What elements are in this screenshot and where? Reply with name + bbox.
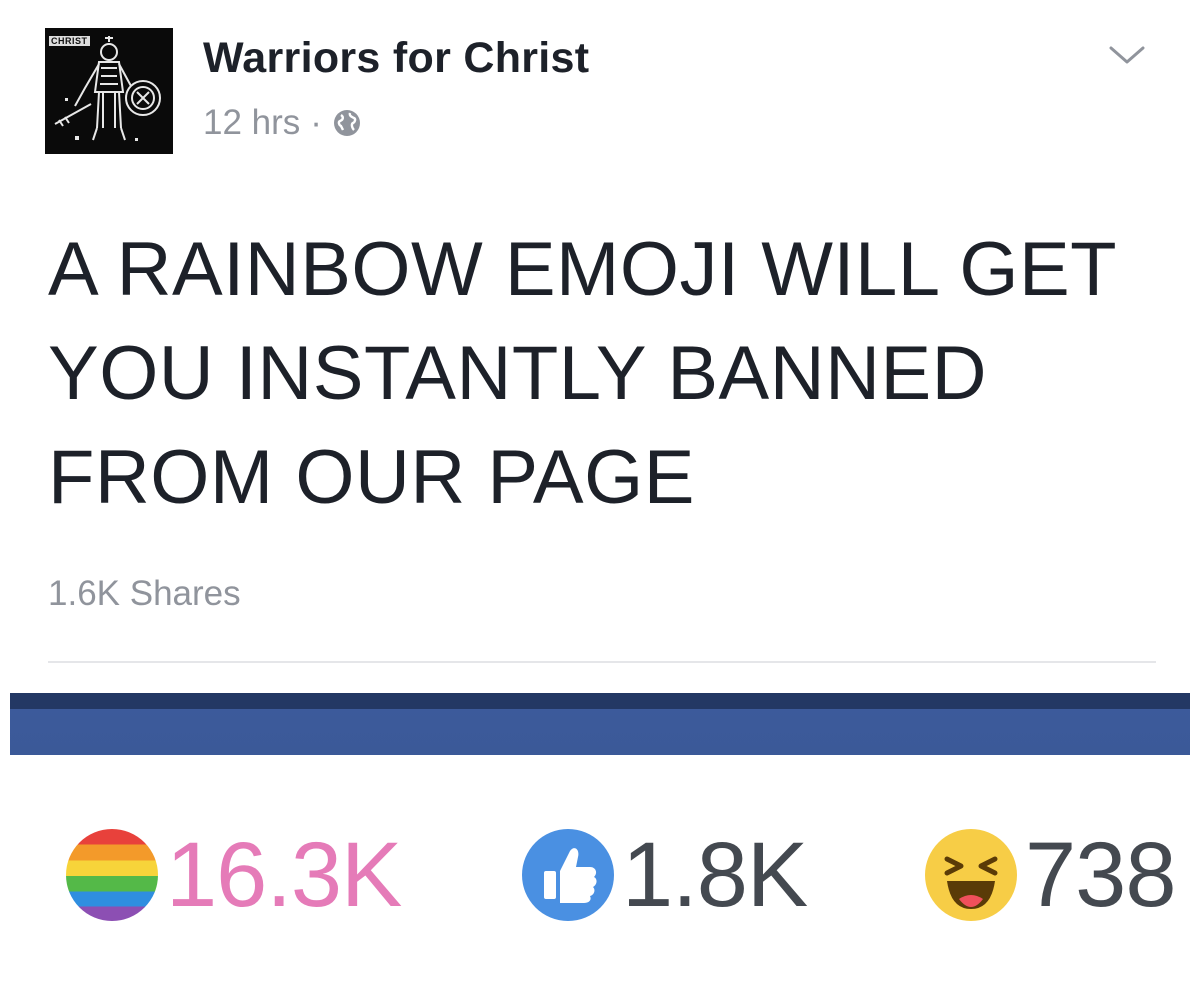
page-avatar[interactable]: CHRIST xyxy=(45,28,173,154)
globe-icon xyxy=(333,110,360,136)
laughing-face-icon xyxy=(925,829,1017,921)
reaction-counts: 16.3K 1.8K 738 xyxy=(0,820,1200,950)
meta-separator: · xyxy=(310,103,322,142)
post-meta: 12 hrs · xyxy=(203,103,362,143)
status-text: A RAINBOW EMOJI WILL GET YOU INSTANTLY B… xyxy=(48,218,1158,530)
reaction-count: 16.3K xyxy=(166,824,402,926)
post-header: CHRIST Warriors for Christ 12 hrs · xyxy=(45,28,1165,158)
reaction-count: 1.8K xyxy=(622,824,808,926)
reaction-banner xyxy=(10,693,1190,755)
avatar-tag: CHRIST xyxy=(49,36,90,46)
page-name[interactable]: Warriors for Christ xyxy=(203,34,589,83)
thumbs-up-icon xyxy=(522,829,614,921)
divider xyxy=(48,661,1156,663)
post-time[interactable]: 12 hrs xyxy=(203,103,300,143)
reaction-haha[interactable]: 738 xyxy=(925,820,1176,930)
status-line: FROM OUR PAGE xyxy=(48,435,695,520)
rainbow-flag-icon xyxy=(66,829,158,921)
warrior-illustration xyxy=(54,36,161,141)
reaction-count: 738 xyxy=(1025,824,1176,926)
share-count[interactable]: 1.6K Shares xyxy=(48,574,241,614)
status-line: A RAINBOW EMOJI WILL GET xyxy=(48,227,1118,312)
chevron-down-icon[interactable] xyxy=(1105,40,1149,70)
reaction-rainbow[interactable]: 16.3K xyxy=(66,820,402,930)
reaction-like[interactable]: 1.8K xyxy=(522,820,808,930)
status-line: YOU INSTANTLY BANNED xyxy=(48,331,988,416)
